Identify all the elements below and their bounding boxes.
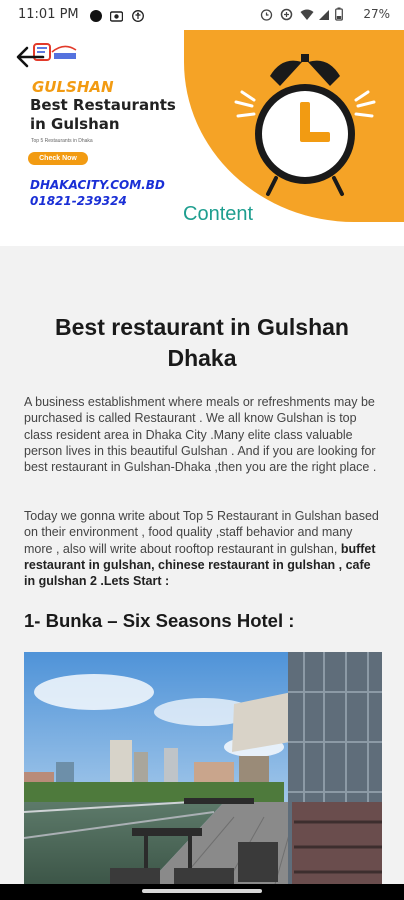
notification-dot-icon xyxy=(90,9,102,22)
status-bar: 11:01 PM 27% xyxy=(0,0,404,30)
signal-icon xyxy=(318,8,330,26)
article-content: Best restaurant in Gulshan Dhaka A busin… xyxy=(0,246,404,900)
accessibility-icon xyxy=(132,9,144,22)
wifi-icon xyxy=(300,8,314,26)
camera-icon xyxy=(109,9,124,22)
article-paragraph-1: A business establishment where meals or … xyxy=(24,395,377,475)
restaurant-photo xyxy=(24,652,382,888)
banner-small-text: Top 5 Restaurants in Dhaka xyxy=(31,138,93,144)
battery-icon xyxy=(335,7,343,26)
alarm-clock-icon xyxy=(230,42,380,202)
promo-banner[interactable]: GULSHAN Best Restaurants in Gulshan Top … xyxy=(0,30,404,246)
battery-percent: 27% xyxy=(363,7,390,21)
data-saver-icon xyxy=(280,8,293,26)
paragraph-2-text: Today we gonna write about Top 5 Restaur… xyxy=(24,509,379,556)
banner-phone: 01821-239324 xyxy=(30,194,127,208)
status-time: 11:01 PM xyxy=(18,7,79,22)
banner-headline: Best Restaurants in Gulshan xyxy=(30,96,176,133)
banner-overlay-text: Content xyxy=(183,203,254,225)
alarm-icon xyxy=(260,8,273,26)
home-gesture-handle[interactable] xyxy=(142,889,262,893)
section-heading: 1- Bunka – Six Seasons Hotel : xyxy=(24,610,295,631)
back-arrow-icon[interactable] xyxy=(15,46,45,68)
banner-website: DHAKACITY.COM.BD xyxy=(30,178,165,192)
check-now-button[interactable]: Check Now xyxy=(28,152,88,165)
article-paragraph-2: Today we gonna write about Top 5 Restaur… xyxy=(24,508,382,589)
system-nav-bar xyxy=(0,884,404,900)
banner-location: GULSHAN xyxy=(32,78,114,96)
article-title: Best restaurant in Gulshan Dhaka xyxy=(55,314,349,371)
